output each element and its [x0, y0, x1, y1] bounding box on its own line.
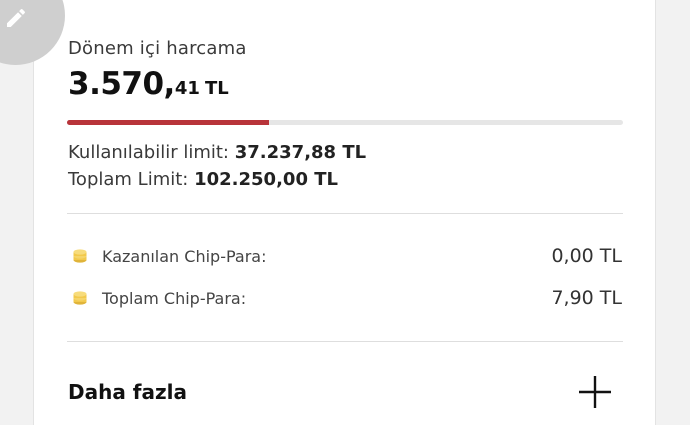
divider [67, 213, 623, 214]
amount-main: 3.570, [68, 66, 175, 102]
available-limit-value: 37.237,88 TL [234, 142, 367, 163]
period-spending-amount: 3.570,41 TL [68, 66, 229, 102]
divider [67, 341, 623, 342]
total-chip-para-value: 7,90 TL [551, 287, 622, 309]
total-chip-para-label: Toplam Chip-Para: [102, 289, 247, 308]
earned-chip-para-value: 0,00 TL [551, 245, 622, 267]
total-chip-para-row: Toplam Chip-Para: 7,90 TL [72, 287, 622, 311]
pencil-icon [7, 8, 26, 28]
amount-currency: TL [205, 78, 229, 99]
earned-chip-para-row: Kazanılan Chip-Para: 0,00 TL [72, 245, 622, 269]
coin-stack-icon [73, 249, 87, 263]
total-limit-value: 102.250,00 TL [194, 169, 338, 190]
total-limit-label: Toplam Limit: [68, 169, 189, 190]
total-limit-row: Toplam Limit: 102.250,00 TL [68, 169, 338, 190]
limit-usage-bar [67, 120, 623, 125]
plus-icon[interactable] [577, 374, 613, 410]
amount-decimal: 41 [174, 78, 200, 99]
coin-stack-icon [73, 291, 87, 305]
limit-usage-fill [67, 120, 269, 125]
more-label[interactable]: Daha fazla [68, 380, 187, 404]
earned-chip-para-label: Kazanılan Chip-Para: [102, 247, 267, 266]
available-limit-label: Kullanılabilir limit: [68, 142, 229, 163]
period-spending-label: Dönem içi harcama [68, 38, 247, 59]
available-limit-row: Kullanılabilir limit: 37.237,88 TL [68, 142, 366, 163]
